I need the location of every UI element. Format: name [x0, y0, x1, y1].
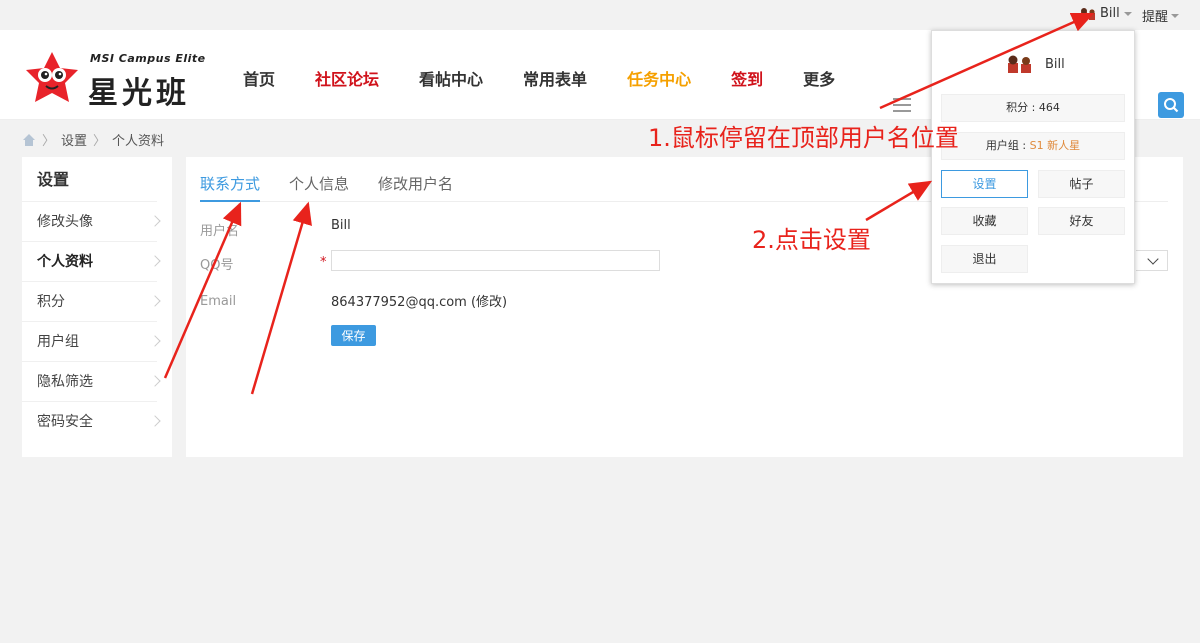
- sidebar-item-profile[interactable]: 个人资料: [22, 241, 161, 281]
- sidebar-item-label: 用户组: [37, 334, 79, 350]
- required-mark: *: [320, 255, 327, 270]
- usergroup-value: S1 新人星: [1029, 139, 1081, 152]
- remind-label[interactable]: 提醒: [1142, 6, 1168, 25]
- chevron-right-icon: [149, 255, 161, 267]
- site-logo[interactable]: MSI Campus Elite 星光班: [22, 48, 222, 111]
- sidebar-item-label: 密码安全: [37, 414, 93, 430]
- breadcrumb-separator: 〉: [42, 134, 56, 149]
- dropdown-posts-button[interactable]: 帖子: [1038, 170, 1125, 198]
- sidebar-item-label: 积分: [37, 294, 65, 310]
- annotation-step2: 2.点击设置: [752, 226, 871, 254]
- sidebar-item-security[interactable]: 密码安全: [22, 401, 161, 441]
- email-value[interactable]: 864377952@qq.com (修改): [331, 291, 507, 310]
- usergroup-prefix: 用户组 :: [985, 139, 1030, 152]
- dropdown-username: Bill: [1045, 56, 1065, 72]
- avatar-icon: [1008, 55, 1031, 73]
- privacy-select[interactable]: [1136, 250, 1168, 271]
- chevron-right-icon: [149, 295, 161, 307]
- annotation-step1: 1.鼠标停留在顶部用户名位置: [648, 124, 959, 152]
- chevron-right-icon: [149, 415, 161, 427]
- sidebar-item-usergroup[interactable]: 用户组: [22, 321, 161, 361]
- logo-en-text: MSI Campus Elite: [90, 52, 206, 65]
- dropdown-user: Bill: [1007, 54, 1065, 74]
- caret-down-icon: [1123, 11, 1132, 16]
- dropdown-favorites-button[interactable]: 收藏: [941, 207, 1028, 235]
- breadcrumb-separator: 〉: [93, 134, 107, 149]
- email-label: Email: [200, 294, 237, 309]
- nav-item-tasks[interactable]: 任务中心: [627, 66, 691, 90]
- dropdown-settings-button[interactable]: 设置: [941, 170, 1028, 198]
- chevron-right-icon: [149, 375, 161, 387]
- sidebar-item-avatar[interactable]: 修改头像: [22, 201, 161, 241]
- settings-sidebar: 设置 修改头像 个人资料 积分 用户组 隐私筛选 密码安全: [22, 157, 172, 457]
- breadcrumb-settings[interactable]: 设置: [61, 130, 87, 149]
- nav-item-home[interactable]: 首页: [243, 66, 275, 90]
- search-button[interactable]: [1158, 92, 1184, 118]
- avatar-icon: [1081, 7, 1095, 20]
- caret-down-icon: [1171, 13, 1180, 18]
- sidebar-item-label: 修改头像: [37, 214, 93, 230]
- sidebar-title: 设置: [37, 170, 70, 189]
- sidebar-item-label: 个人资料: [37, 254, 93, 270]
- home-icon[interactable]: [22, 133, 36, 146]
- tab-personal-info[interactable]: 个人信息: [289, 171, 349, 202]
- nav-item-forum[interactable]: 社区论坛: [315, 66, 379, 90]
- qq-label: QQ号: [200, 258, 234, 273]
- top-user-menu[interactable]: Bill: [1080, 6, 1132, 21]
- breadcrumb-profile: 个人资料: [112, 134, 165, 149]
- dropdown-points[interactable]: 积分 : 464: [941, 94, 1125, 122]
- top-remind-menu[interactable]: 提醒: [1142, 6, 1180, 25]
- qq-input[interactable]: [331, 250, 660, 271]
- search-icon: [1164, 98, 1179, 113]
- sidebar-item-label: 隐私筛选: [37, 374, 93, 390]
- nav-item-forms[interactable]: 常用表单: [523, 66, 587, 90]
- top-username[interactable]: Bill: [1100, 6, 1120, 21]
- dropdown-friends-button[interactable]: 好友: [1038, 207, 1125, 235]
- tab-contact[interactable]: 联系方式: [200, 171, 261, 202]
- top-bar: Bill 提醒: [0, 0, 1200, 30]
- sidebar-item-points[interactable]: 积分: [22, 281, 161, 321]
- tab-change-username[interactable]: 修改用户名: [378, 171, 453, 202]
- logo-cn-text: 星光班: [88, 76, 190, 111]
- username-value: Bill: [331, 218, 351, 233]
- sidebar-item-privacy[interactable]: 隐私筛选: [22, 361, 161, 401]
- username-label: 用户名: [200, 224, 240, 239]
- dropdown-logout-button[interactable]: 退出: [941, 245, 1028, 273]
- list-icon[interactable]: [893, 98, 911, 116]
- nav-item-signin[interactable]: 签到: [731, 66, 763, 90]
- user-dropdown: Bill 积分 : 464 用户组 : S1 新人星 设置 帖子 收藏 好友 退…: [931, 30, 1135, 284]
- chevron-right-icon: [149, 215, 161, 227]
- nav-item-posts[interactable]: 看帖中心: [419, 66, 483, 90]
- main-nav: 首页 社区论坛 看帖中心 常用表单 任务中心 签到 更多: [243, 66, 875, 90]
- dropdown-usergroup[interactable]: 用户组 : S1 新人星: [941, 132, 1125, 160]
- save-button[interactable]: 保存: [331, 325, 376, 346]
- nav-item-more[interactable]: 更多: [803, 66, 835, 90]
- breadcrumb: 〉 设置 〉 个人资料: [22, 130, 164, 149]
- chevron-right-icon: [149, 335, 161, 347]
- chevron-down-icon: [1147, 253, 1159, 265]
- star-mascot-icon: [26, 52, 78, 102]
